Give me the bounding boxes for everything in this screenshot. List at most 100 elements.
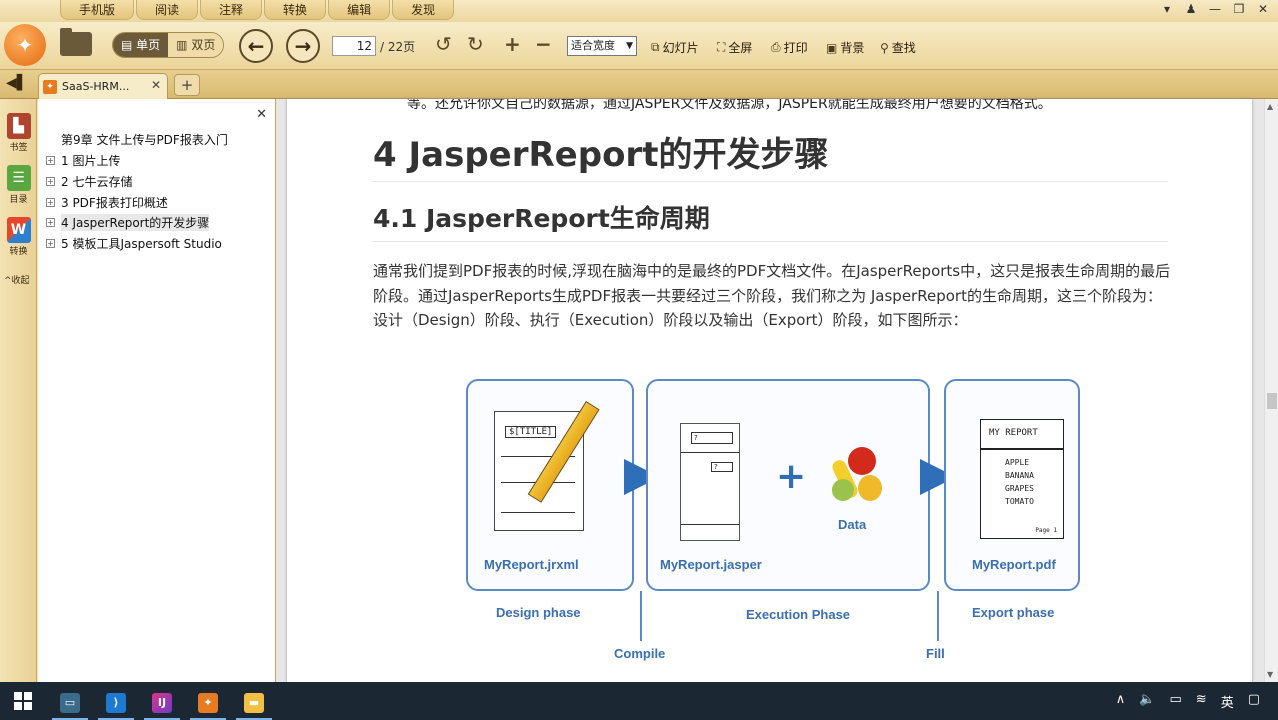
collapse-rail-button[interactable]: ^收起	[4, 273, 30, 286]
single-page-button[interactable]: ▤ 单页	[113, 33, 169, 57]
scroll-thumb[interactable]	[1267, 393, 1277, 409]
expand-icon[interactable]: +	[46, 198, 55, 207]
background-button[interactable]: ▣ 背景	[826, 39, 864, 56]
prev-page-icon[interactable]: ←	[239, 29, 273, 63]
next-page-icon[interactable]: →	[286, 29, 320, 63]
vertical-scrollbar[interactable]: ▲ ▼	[1264, 99, 1278, 682]
taskbar-app-file-explorer[interactable]: ▬	[232, 686, 276, 720]
fill-connector	[937, 591, 939, 641]
network-icon[interactable]: ≋	[1196, 692, 1207, 711]
print-button[interactable]: ⎙ 打印	[771, 39, 808, 56]
outline-button[interactable]: ☰ 目录	[4, 165, 33, 205]
close-outline-icon[interactable]: ✕	[256, 107, 267, 122]
outline-item-selected[interactable]: +4 JasperReport的开发步骤	[46, 214, 210, 231]
view-mode-toggle: ▤ 单页 ▥ 双页	[112, 32, 225, 58]
outline-item-label: 2 七牛云存储	[61, 175, 133, 189]
zoom-out-icon[interactable]: −	[535, 33, 552, 55]
outline-item[interactable]: +1 图片上传	[46, 152, 120, 169]
show-hidden-icons-icon[interactable]: ∧	[1116, 692, 1126, 711]
plus-icon: +	[776, 456, 807, 497]
sketch-title: $[TITLE]	[505, 426, 557, 438]
menu-tab-convert[interactable]: 转换	[264, 0, 327, 20]
menu-tab-annotate[interactable]: 注释	[200, 0, 263, 20]
page-number-input[interactable]: 12	[332, 36, 376, 56]
window-app-icon: ▭	[60, 693, 80, 713]
grapes-shape	[832, 479, 854, 501]
execution-phase-label: Execution Phase	[746, 607, 851, 622]
document-page: 等。还允许你文自己的数据源，通过JASPER文件及数据源，JASPER就能生成最…	[287, 99, 1252, 682]
taskbar-app-explorer-window[interactable]: ▭	[48, 686, 92, 720]
scroll-up-icon[interactable]: ▲	[1267, 102, 1273, 111]
scroll-down-icon[interactable]: ▼	[1267, 670, 1273, 679]
convert-icon: W	[6, 217, 31, 243]
collapse-sidebar-icon[interactable]: ◀▌	[6, 75, 28, 91]
bookmark-button[interactable]: ▙ 书签	[4, 113, 33, 153]
outline-root-item[interactable]: 第9章 文件上传与PDF报表入门	[61, 131, 228, 148]
maximize-button[interactable]: ❐	[1232, 2, 1246, 16]
sketch-line	[501, 512, 575, 513]
notification-center-icon[interactable]: ▢	[1248, 692, 1260, 711]
export-phase-label: Export phase	[972, 605, 1055, 620]
fullscreen-label: 全屏	[728, 41, 753, 55]
jrxml-label: MyReport.jrxml	[484, 557, 579, 572]
double-page-label: 双页	[191, 38, 216, 52]
pdf-line: GRAPES	[1005, 484, 1034, 493]
outline-item-label: 3 PDF报表打印概述	[61, 196, 168, 210]
zoom-select[interactable]: 适合宽度 ▼	[567, 36, 637, 56]
dropdown-menu-icon[interactable]: ▾	[1160, 2, 1174, 16]
close-window-button[interactable]: ✕	[1256, 2, 1270, 16]
rotate-left-icon[interactable]: ↺	[435, 33, 452, 55]
expand-icon[interactable]: +	[46, 218, 55, 227]
menu-tab-discover[interactable]: 发现	[392, 0, 455, 20]
fullscreen-button[interactable]: ⛶ 全屏	[717, 39, 752, 56]
battery-icon[interactable]: ▭	[1169, 692, 1181, 711]
search-label: 查找	[891, 41, 916, 55]
left-rail: ▙ 书签 ☰ 目录 W 转换 ^收起	[0, 99, 37, 682]
taskbar-app-pdf-reader[interactable]: ✦	[186, 686, 230, 720]
document-tab-title: SaaS-HRM...	[62, 80, 130, 93]
design-phase-label: Design phase	[496, 605, 581, 620]
expand-icon[interactable]: +	[46, 177, 55, 186]
close-tab-icon[interactable]: ✕	[151, 78, 161, 92]
menu-tab-edit[interactable]: 编辑	[328, 0, 391, 20]
vscode-icon: ⟩	[106, 693, 126, 713]
pdf-label: MyReport.pdf	[972, 557, 1056, 572]
slideshow-button[interactable]: ⧉ 幻灯片	[651, 39, 699, 56]
volume-icon[interactable]: 🔈	[1139, 692, 1155, 711]
outline-item[interactable]: +2 七牛云存储	[46, 173, 132, 190]
jasper-label: MyReport.jasper	[660, 557, 762, 572]
taskbar-app-intellij[interactable]: IJ	[140, 686, 184, 720]
document-tabbar: ◀▌ ✦ SaaS-HRM... ✕ +	[0, 70, 1278, 99]
outline-panel: ✕ 第9章 文件上传与PDF报表入门 +1 图片上传 +2 七牛云存储 +3 P…	[38, 99, 276, 682]
outline-item[interactable]: +5 模板工具Jaspersoft Studio	[46, 235, 222, 252]
band-line	[681, 524, 739, 525]
document-tab[interactable]: ✦ SaaS-HRM... ✕	[38, 73, 168, 99]
printer-icon: ⎙	[771, 40, 781, 54]
pdf-line: TOMATO	[1005, 497, 1034, 506]
main-toolbar: ✦ ▤ 单页 ▥ 双页 ← → 12 / 22页 ↺ ↻ + − 适合宽度 ▼ …	[0, 22, 1278, 70]
input-language-indicator[interactable]: 英	[1221, 692, 1234, 711]
fruit-data-icon	[830, 445, 882, 505]
subsection-heading: 4.1 JasperReport生命周期	[373, 204, 710, 233]
outline-item[interactable]: +3 PDF报表打印概述	[46, 194, 168, 211]
design-box: $[TITLE] MyReport.jrxml	[466, 379, 634, 591]
add-tab-button[interactable]: +	[174, 74, 200, 96]
windows-start-icon[interactable]	[14, 692, 32, 710]
execution-box: ? ? + Data MyReport.jasper	[646, 379, 930, 591]
skin-icon[interactable]: ♟	[1184, 2, 1198, 16]
data-label: Data	[838, 517, 867, 532]
search-button[interactable]: ⚲ 查找	[880, 39, 916, 56]
app-logo-icon[interactable]: ✦	[4, 24, 46, 66]
menu-tab-read[interactable]: 阅读	[136, 0, 199, 20]
taskbar-app-vscode[interactable]: ⟩	[94, 686, 138, 720]
rotate-right-icon[interactable]: ↻	[467, 33, 484, 55]
minimize-button[interactable]: —	[1208, 2, 1222, 16]
double-page-button[interactable]: ▥ 双页	[168, 33, 224, 57]
pdf-title: MY REPORT	[989, 428, 1038, 438]
zoom-in-icon[interactable]: +	[504, 33, 521, 55]
expand-icon[interactable]: +	[46, 239, 55, 248]
menu-tab-mobile[interactable]: 手机版	[60, 0, 135, 20]
expand-icon[interactable]: +	[46, 156, 55, 165]
open-folder-icon[interactable]	[60, 28, 92, 56]
convert-button[interactable]: W 转换	[4, 217, 33, 257]
